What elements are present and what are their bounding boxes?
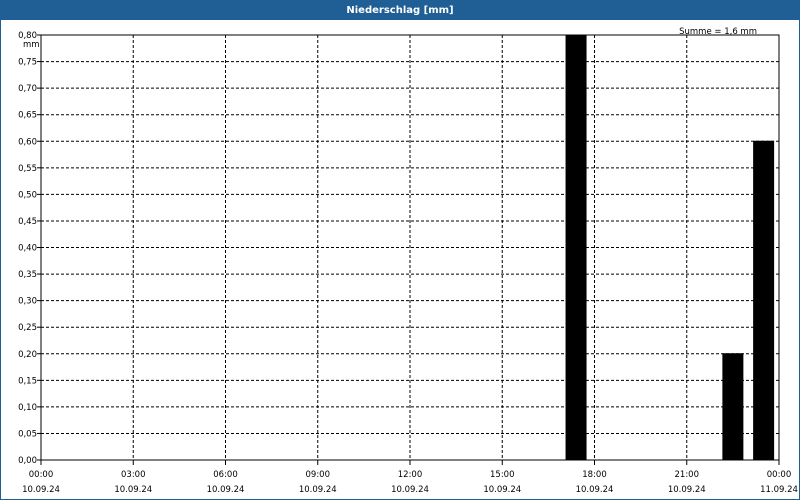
x-tick-time: 12:00 [398,470,423,480]
x-tick-time: 06:00 [213,470,238,480]
x-ticks: 00:00 10.09.24 03:00 10.09.24 06:00 10.09.24 0… [22,460,798,495]
y-tick-label: 0,65 [18,111,37,121]
y-tick-label: 0,55 [18,164,37,174]
precipitation-bar [722,353,744,461]
y-ticks: 0,00 0,05 0,10 0,15 0,20 0,25 0,30 0,35 0,40 0,45… [18,31,41,466]
x-tick-time: 00:00 [29,470,54,480]
y-tick-label: 0,10 [18,403,37,413]
y-tick-label: 0,05 [18,429,37,439]
x-tick-date: 10.09.24 [576,485,614,495]
x-tick-date: 10.09.24 [299,485,337,495]
y-tick-label: 0,35 [18,270,37,280]
y-tick-label: 0,15 [18,376,37,386]
y-axis-label: mm [23,40,40,50]
x-tick-date: 10.09.24 [207,485,245,495]
x-tick-time: 09:00 [306,470,331,480]
sum-annotation: Summe = 1,6 mm [679,27,757,37]
x-tick-date: 10.09.24 [391,485,429,495]
y-tick-label: 0,30 [18,297,37,307]
x-tick-date: 10.09.24 [22,485,60,495]
x-tick-time: 00:00 [767,470,792,480]
y-tick-label: 0,25 [18,323,37,333]
y-tick-label: 0,70 [18,84,37,94]
x-tick-date: 10.09.24 [483,485,521,495]
y-tick-label: 0,40 [18,244,37,254]
grid [41,34,779,460]
y-tick-label: 0,50 [18,190,37,200]
y-tick-label: 0,00 [18,456,37,466]
x-tick-date: 10.09.24 [114,485,152,495]
x-tick-date: 11.09.24 [760,485,798,495]
y-tick-label: 0,20 [18,350,37,360]
x-tick-time: 18:00 [582,470,607,480]
x-tick-date: 10.09.24 [668,485,706,495]
y-tick-label: 0,60 [18,137,37,147]
precipitation-chart: 0,00 0,05 0,10 0,15 0,20 0,25 0,30 0,35 0,40 0,45… [18,27,798,495]
x-tick-time: 15:00 [490,470,515,480]
x-tick-time: 03:00 [121,470,146,480]
x-tick-time: 21:00 [675,470,700,480]
precipitation-bar [565,34,587,461]
precipitation-bar [753,140,775,461]
y-tick-label: 0,75 [18,58,37,68]
y-tick-label: 0,45 [18,217,37,227]
